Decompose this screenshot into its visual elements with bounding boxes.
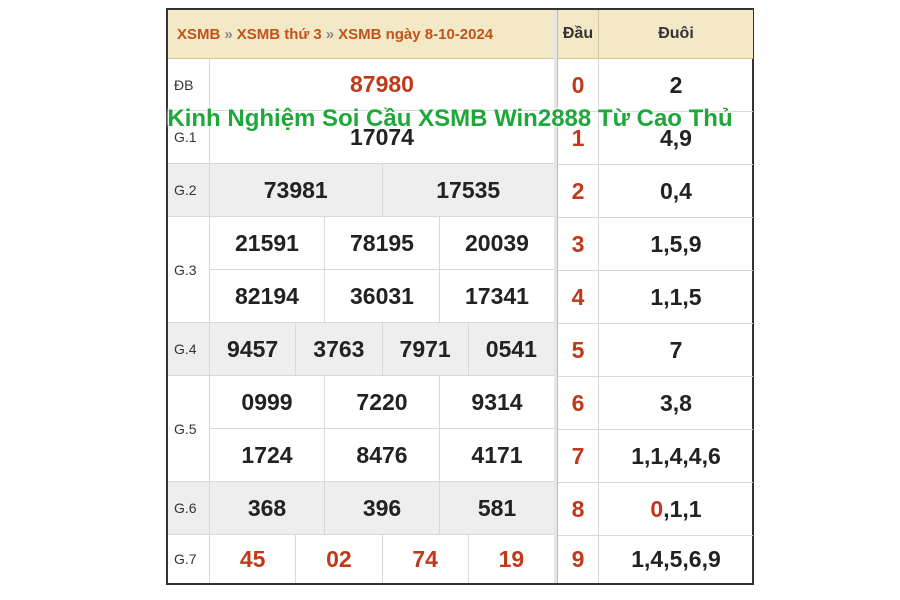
prize-number: 82194 [210, 270, 325, 322]
prize-number: 17535 [436, 176, 501, 203]
dau-duoi-row: 3 1,5,9 [558, 218, 753, 271]
dau-digit: 0 [558, 59, 599, 111]
dau-digit: 3 [558, 218, 599, 270]
duoi-digit-highlight: 0 [650, 495, 664, 522]
prize-number: 45 [210, 535, 297, 583]
prize-number: 19 [498, 545, 525, 572]
duoi-digits: 1,5,9 [650, 230, 702, 257]
duoi-digits: 2 [669, 71, 683, 98]
breadcrumb-link-xsmb-thu3[interactable]: XSMB thứ 3 [237, 26, 322, 43]
duoi-digits: 1,1,4,4,6 [631, 442, 721, 469]
prize-label: G.4 [168, 323, 210, 375]
header-dau: Đầu [558, 10, 599, 58]
dau-digit: 4 [558, 271, 599, 323]
dau-duoi-row: 8 0,1,1 [558, 483, 753, 536]
dau-duoi-table: Đầu Đuôi 0 2 1 4,9 2 0,4 3 1,5,9 4 1,1,5… [557, 10, 753, 583]
prize-number: 4171 [471, 441, 523, 468]
dau-duoi-row: 6 3,8 [558, 377, 753, 430]
prize-number: 73981 [210, 164, 383, 216]
dau-duoi-header: Đầu Đuôi [558, 10, 753, 59]
prize-label: G.7 [168, 535, 210, 583]
prize-row-g6: G.6 368 396 581 [168, 482, 554, 535]
duoi-digit-rest: ,1,1 [663, 495, 702, 522]
prize-number: 02 [296, 535, 383, 583]
prize-number: 0541 [485, 335, 537, 362]
prize-row-g5: G.5 0999 7220 9314 1724 8476 4171 [168, 376, 554, 482]
dau-digit: 8 [558, 483, 599, 535]
prize-label: G.6 [168, 482, 210, 534]
duoi-digits: 1,4,5,6,9 [631, 546, 721, 572]
dau-digit: 2 [558, 165, 599, 217]
duoi-digits: 3,8 [660, 389, 692, 416]
dau-digit: 6 [558, 377, 599, 429]
prize-number: 78195 [325, 217, 440, 269]
prize-number: 396 [325, 482, 440, 534]
prize-number: 7971 [383, 323, 469, 375]
dau-digit: 9 [558, 536, 599, 583]
breadcrumb-link-xsmb-date[interactable]: XSMB ngày 8-10-2024 [338, 26, 493, 43]
breadcrumb-separator: » [224, 25, 233, 43]
dau-duoi-row: 5 7 [558, 324, 753, 377]
prize-row-g2: G.2 73981 17535 [168, 164, 554, 217]
prize-number: 36031 [325, 270, 440, 322]
prize-label: G.3 [168, 217, 210, 322]
overlay-title: Kinh Nghiệm Soi Cầu XSMB Win2888 Từ Cao … [167, 105, 733, 132]
dau-digit: 7 [558, 430, 599, 482]
dau-duoi-row: 9 1,4,5,6,9 [558, 536, 753, 583]
prize-number: 21591 [210, 217, 325, 269]
duoi-digits: 0,4 [660, 177, 692, 204]
prize-label: G.2 [168, 164, 210, 216]
prize-number: 9457 [210, 323, 297, 375]
dau-duoi-row: 2 0,4 [558, 165, 753, 218]
prize-table: XSMB» XSMB thứ 3» XSMB ngày 8-10-2024 ĐB 8… [168, 10, 554, 583]
breadcrumb: XSMB» XSMB thứ 3» XSMB ngày 8-10-2024 [168, 10, 554, 59]
prize-number: 9314 [471, 388, 523, 415]
prize-number: 20039 [465, 229, 529, 256]
duoi-digits: 7 [669, 336, 683, 363]
prize-number: 581 [477, 494, 517, 521]
header-duoi: Đuôi [658, 25, 694, 42]
prize-number: 87980 [350, 71, 414, 97]
prize-number: 74 [383, 535, 469, 583]
lottery-result-table: XSMB» XSMB thứ 3» XSMB ngày 8-10-2024 ĐB 8… [166, 8, 754, 585]
prize-number: 17341 [465, 282, 529, 309]
prize-number: 3763 [296, 323, 383, 375]
prize-row-g7: G.7 45 02 74 19 [168, 535, 554, 583]
dau-digit: 5 [558, 324, 599, 376]
prize-label: ĐB [168, 59, 210, 110]
prize-number: 7220 [325, 376, 440, 428]
prize-number: 1724 [210, 429, 325, 481]
prize-row-g3: G.3 21591 78195 20039 82194 36031 17341 [168, 217, 554, 323]
prize-number: 0999 [210, 376, 325, 428]
duoi-digits: 1,1,5 [650, 283, 702, 310]
duoi-digits: 0,1,1 [599, 483, 753, 535]
dau-duoi-row: 7 1,1,4,4,6 [558, 430, 753, 483]
dau-duoi-row: 4 1,1,5 [558, 271, 753, 324]
breadcrumb-link-xsmb[interactable]: XSMB [177, 26, 220, 43]
prize-row-g4: G.4 9457 3763 7971 0541 [168, 323, 554, 376]
breadcrumb-separator: » [325, 25, 335, 43]
prize-label: G.5 [168, 376, 210, 481]
prize-number: 368 [210, 482, 325, 534]
prize-number: 8476 [325, 429, 440, 481]
prize-row-db: ĐB 87980 [168, 59, 554, 111]
